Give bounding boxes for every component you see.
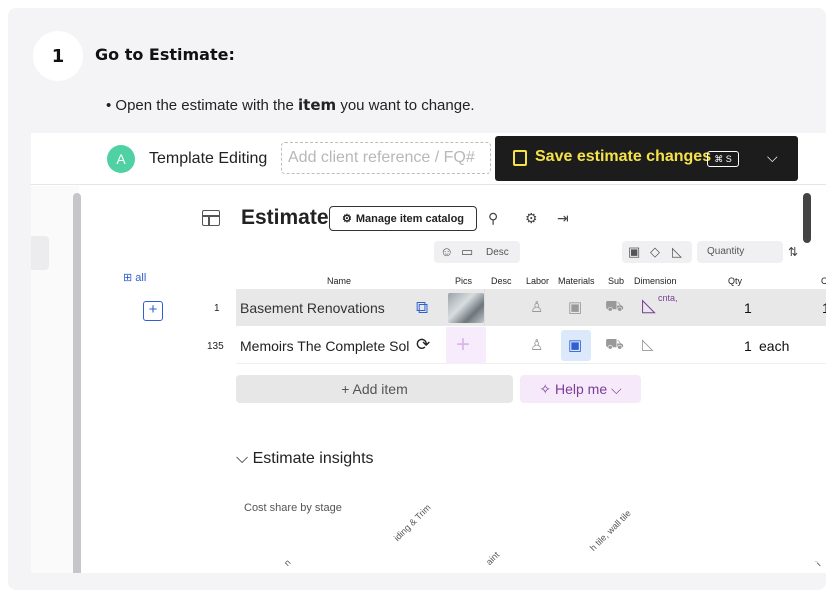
column-toggle-bar[interactable]: ☺ ▭ Desc <box>434 241 520 263</box>
cost-share-label: Cost share by stage <box>244 502 342 514</box>
row-number: 135 <box>207 341 224 352</box>
step-number: 1 <box>33 31 83 81</box>
expand-all-toggle[interactable]: ⊞ all <box>123 271 146 284</box>
qty-value[interactable]: 1 <box>744 338 752 354</box>
header-qty[interactable]: Qty <box>728 276 742 286</box>
manage-item-catalog-button[interactable]: ⚙ Manage item catalog <box>329 206 477 231</box>
stage-label: aint <box>483 549 502 567</box>
materials-icon[interactable]: ▣ <box>568 336 582 354</box>
chevron-down-icon: ⌵ <box>236 450 253 467</box>
instruction-suffix: you want to change. <box>336 97 475 114</box>
tutorial-step-card: 1 Go to Estimate: • Open the estimate wi… <box>8 8 826 590</box>
help-me-label: Help me <box>554 381 608 397</box>
catalog-icon: ⚙ <box>341 213 352 225</box>
template-label: Template Editing <box>149 150 268 167</box>
dimension-text: cnta, <box>658 293 678 303</box>
desc-pill-label: Desc <box>486 247 509 258</box>
instruction-prefix: • Open the estimate with the <box>106 97 299 114</box>
header-labor[interactable]: Labor <box>526 276 549 286</box>
dimension-icon[interactable]: ◺ <box>642 335 654 353</box>
insights-title: Estimate insights <box>252 450 374 467</box>
app-screenshot: A Template Editing Add client reference … <box>31 133 826 573</box>
row-number: 1 <box>214 303 220 314</box>
scrollbar[interactable] <box>73 193 81 573</box>
right-scrollbar[interactable] <box>803 193 811 243</box>
sync-icon[interactable]: ⟳ <box>416 335 430 355</box>
item-name[interactable]: Memoirs The Complete Sol <box>240 338 409 354</box>
top-bar: A Template Editing Add client reference … <box>31 133 826 185</box>
stage-label: i <box>813 559 823 568</box>
header-materials[interactable]: Materials <box>558 276 595 286</box>
sparkle-icon: ✧ <box>539 381 555 397</box>
shortcut-badge: ⌘ S <box>707 151 739 167</box>
all-label: all <box>135 272 147 284</box>
chevron-down-icon[interactable]: ⌵ <box>767 149 778 166</box>
step-instruction: • Open the estimate with the item you wa… <box>106 96 475 114</box>
header-pics[interactable]: Pics <box>455 276 472 286</box>
table-row[interactable]: Basement Renovations ⧉ ♙ ▣ ⛟ ◺ cnta, 1 1… <box>236 289 826 326</box>
cost-value[interactable]: 10 <box>822 300 826 316</box>
quantity-pill[interactable]: Quantity <box>697 241 783 263</box>
expand-icon: ⊞ <box>123 272 136 284</box>
materials-icon[interactable]: ▣ <box>568 298 582 316</box>
avatar[interactable]: A <box>107 145 135 173</box>
table-row[interactable]: Memoirs The Complete Sol ⟳ + ♙ ▣ ⛟ ◺ 1 e… <box>236 327 826 364</box>
help-me-button[interactable]: ✧ Help me ⌵ <box>520 375 641 403</box>
step-title: Go to Estimate: <box>95 45 235 64</box>
stage-label: n <box>281 557 293 568</box>
search-icon[interactable]: ⚲ <box>488 210 498 227</box>
estimate-insights-toggle[interactable]: ⌵ Estimate insights <box>236 450 374 468</box>
box-icon: ▣ <box>628 244 641 259</box>
header-dimension[interactable]: Dimension <box>634 276 677 286</box>
header-name[interactable]: Name <box>327 276 351 286</box>
save-icon <box>513 150 527 166</box>
subcontractor-icon[interactable]: ⛟ <box>605 298 624 317</box>
qty-value[interactable]: 1 <box>744 300 752 316</box>
gear-icon[interactable]: ⚙ <box>525 210 538 227</box>
group-icon[interactable]: ⧉ <box>416 298 428 318</box>
header-desc[interactable]: Desc <box>491 276 512 286</box>
add-row-button[interactable]: + <box>143 301 163 321</box>
stage-label: iding & Trim <box>391 502 433 543</box>
desc-cell[interactable] <box>484 289 485 326</box>
add-photo-icon[interactable]: + <box>456 331 470 359</box>
client-reference-input[interactable]: Add client reference / FQ# <box>281 142 491 174</box>
monitor-icon: ▭ <box>461 244 474 259</box>
save-label: Save estimate changes <box>535 148 712 165</box>
labor-icon[interactable]: ♙ <box>530 298 543 316</box>
page-title: Estimate <box>241 206 329 229</box>
qty-unit[interactable]: each <box>759 338 789 354</box>
stage-label: h tile, wall tile <box>587 508 633 553</box>
manage-catalog-label: Manage item catalog <box>355 212 465 225</box>
item-photo[interactable] <box>448 293 484 323</box>
header-c[interactable]: C <box>821 276 826 286</box>
table-icon <box>202 210 220 226</box>
labor-icon[interactable]: ♙ <box>530 336 543 354</box>
sidebar-tab[interactable] <box>31 236 49 270</box>
dimension-toggle-bar[interactable]: ▣ ◇ ◺ <box>622 241 692 263</box>
save-estimate-button[interactable]: Save estimate changes ⌘ S ⌵ <box>495 136 798 181</box>
person-icon: ☺ <box>440 244 454 259</box>
export-icon[interactable]: ⇥ <box>557 210 569 227</box>
ruler-icon: ◺ <box>672 244 682 259</box>
sort-icon[interactable]: ⇅ <box>788 245 798 259</box>
instruction-bold: item <box>298 96 337 114</box>
add-item-button[interactable]: + Add item <box>236 375 513 403</box>
item-name[interactable]: Basement Renovations <box>240 300 385 316</box>
tag-icon: ◇ <box>650 244 660 259</box>
chevron-down-icon: ⌵ <box>607 381 622 397</box>
dimension-icon[interactable]: ◺ <box>642 295 656 316</box>
subcontractor-icon[interactable]: ⛟ <box>605 336 624 355</box>
header-sub[interactable]: Sub <box>608 276 624 286</box>
